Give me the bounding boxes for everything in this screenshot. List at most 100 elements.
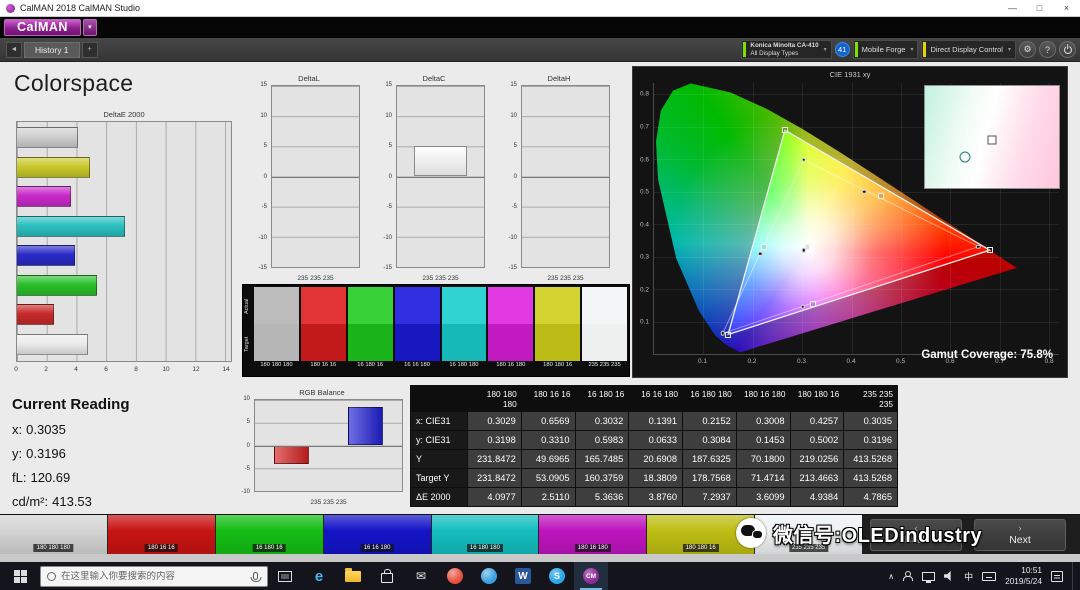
calman-logo[interactable]: CalMAN — [4, 19, 81, 36]
taskbar-app-file-explorer[interactable] — [336, 562, 370, 590]
logo-menu-caret[interactable]: ▾ — [83, 19, 97, 36]
y-axis-tick: -10 — [383, 235, 392, 241]
delta-bar — [414, 146, 466, 177]
start-button[interactable] — [0, 562, 40, 590]
history-prev-button[interactable]: ◄ — [6, 42, 22, 58]
pattern-source-label: Mobile Forge — [862, 45, 906, 54]
power-button[interactable] — [1059, 41, 1076, 58]
pattern-source-selector[interactable]: Mobile Forge ▾ — [853, 40, 919, 59]
help-button[interactable]: ? — [1039, 41, 1056, 58]
word-icon: W — [515, 568, 531, 584]
table-cell: 0.3008 — [737, 412, 790, 430]
taskbar-app-calman[interactable]: CM — [574, 562, 608, 590]
ime-indicator[interactable]: 中 — [964, 570, 973, 583]
y-axis-tick: -15 — [508, 265, 517, 271]
actual-swatch — [442, 287, 487, 324]
windows-logo-icon — [14, 570, 27, 583]
keyboard-icon[interactable] — [982, 572, 996, 581]
swatch-column: 16 180 180 — [442, 287, 487, 376]
reading-value: 413.53 — [52, 494, 92, 509]
rgb-yaxis: 1050-5-10 — [238, 399, 252, 492]
show-desktop-button[interactable] — [1072, 562, 1076, 590]
table-header-cell: 180 180 16 — [791, 386, 844, 411]
patch-strip: 180 180 180180 16 1616 180 1616 16 18016… — [0, 515, 862, 554]
x-axis-tick: 0.2 — [747, 358, 756, 365]
edge-icon: e — [315, 568, 323, 585]
table-cell: 0.3084 — [683, 431, 736, 449]
history-tab[interactable]: History 1 — [24, 42, 80, 58]
y-axis-tick: 5 — [264, 143, 267, 149]
table-cell: 2.5110 — [522, 488, 575, 506]
swatch-column: 180 16 180 — [488, 287, 533, 376]
close-button[interactable]: × — [1053, 0, 1080, 16]
volume-icon[interactable] — [944, 571, 955, 581]
inset-target-marker — [988, 136, 997, 145]
taskbar-app-app-blue[interactable] — [472, 562, 506, 590]
y-axis-tick: 0.1 — [640, 319, 649, 326]
table-cell: 413.5268 — [844, 469, 897, 487]
title-bar: CalMAN 2018 CalMAN Studio — □ × — [0, 0, 1080, 17]
minimize-button[interactable]: — — [999, 0, 1026, 16]
taskbar-app-skype[interactable]: S — [540, 562, 574, 590]
microphone-icon[interactable] — [253, 572, 258, 580]
reading-label: x: — [12, 422, 22, 437]
display-control-label: Direct Display Control — [930, 45, 1003, 54]
taskbar-app-word[interactable]: W — [506, 562, 540, 590]
deltae-bar — [17, 186, 71, 207]
window-title: CalMAN 2018 CalMAN Studio — [20, 3, 140, 13]
clock[interactable]: 10:51 2019/5/24 — [1005, 565, 1042, 587]
next-button[interactable]: › Next — [974, 519, 1066, 551]
meter-selector[interactable]: Konica Minolta CA-410 All Display Types … — [741, 40, 831, 59]
y-axis-tick: 5 — [389, 143, 392, 149]
tray-expand-chevron[interactable]: ∧ — [888, 572, 894, 581]
history-add-button[interactable]: + — [82, 42, 98, 58]
y-axis-tick: -5 — [262, 204, 267, 210]
deltae-bar — [17, 275, 97, 296]
swatch-label: 180 180 180 — [254, 361, 299, 376]
reading-label: fL: — [12, 470, 26, 485]
deltae-chart: DeltaE 2000 02468101214 — [10, 110, 238, 380]
taskbar-app-mail[interactable]: ✉ — [404, 562, 438, 590]
help-icon: ? — [1045, 45, 1050, 55]
app-blue-icon — [481, 568, 497, 584]
swatch-column: 180 180 180 — [254, 287, 299, 376]
taskbar-app-app-red[interactable] — [438, 562, 472, 590]
taskbar-apps: e ✉ WSCM — [302, 562, 608, 590]
rgb-bar — [274, 446, 309, 464]
target-swatch — [348, 324, 393, 361]
measured-marker — [720, 331, 725, 336]
deltae-chart-title: DeltaE 2000 — [10, 110, 238, 119]
people-icon[interactable] — [903, 571, 913, 581]
swatch-columns: 180 180 180180 16 1616 180 1616 16 18016… — [254, 285, 629, 376]
deltae-bar — [17, 304, 54, 325]
reading-value: 0.3196 — [26, 446, 66, 461]
y-axis-tick: 0.6 — [640, 156, 649, 163]
table-row-label: Y — [411, 450, 467, 468]
display-icon[interactable] — [922, 572, 935, 581]
settings-button[interactable]: ⚙ — [1019, 41, 1036, 58]
maximize-button[interactable]: □ — [1026, 0, 1053, 16]
action-center-icon[interactable] — [1051, 571, 1063, 582]
table-header-cell: 180 180 180 — [468, 386, 521, 411]
taskbar-app-edge[interactable]: e — [302, 562, 336, 590]
current-reading-panel: Current Reading x:0.3035 y:0.3196 fL:120… — [12, 396, 130, 509]
y-axis-tick: -10 — [241, 489, 250, 495]
search-box[interactable] — [40, 566, 268, 587]
task-view-button[interactable] — [268, 562, 302, 590]
x-axis-tick: 12 — [192, 366, 199, 373]
swatch-column: 180 16 16 — [301, 287, 346, 376]
y-axis-tick: 0.4 — [640, 221, 649, 228]
x-axis-tick: 2 — [44, 366, 48, 373]
patch-label: 180 16 180 — [575, 544, 611, 552]
table-cell: 3.6099 — [737, 488, 790, 506]
taskbar-app-store[interactable] — [370, 562, 404, 590]
results-table: 180 180 180180 16 1616 180 1616 16 18016… — [410, 385, 898, 507]
y-axis-tick: -15 — [258, 265, 267, 271]
table-cell: 70.1800 — [737, 450, 790, 468]
table-cell: 4.7865 — [844, 488, 897, 506]
swatch-row-labels: Actual Target — [243, 285, 254, 376]
display-control-selector[interactable]: Direct Display Control ▾ — [921, 40, 1016, 59]
search-input[interactable] — [61, 571, 248, 582]
meter-count-badge[interactable]: 41 — [835, 42, 850, 57]
white-point-inset — [924, 85, 1060, 189]
